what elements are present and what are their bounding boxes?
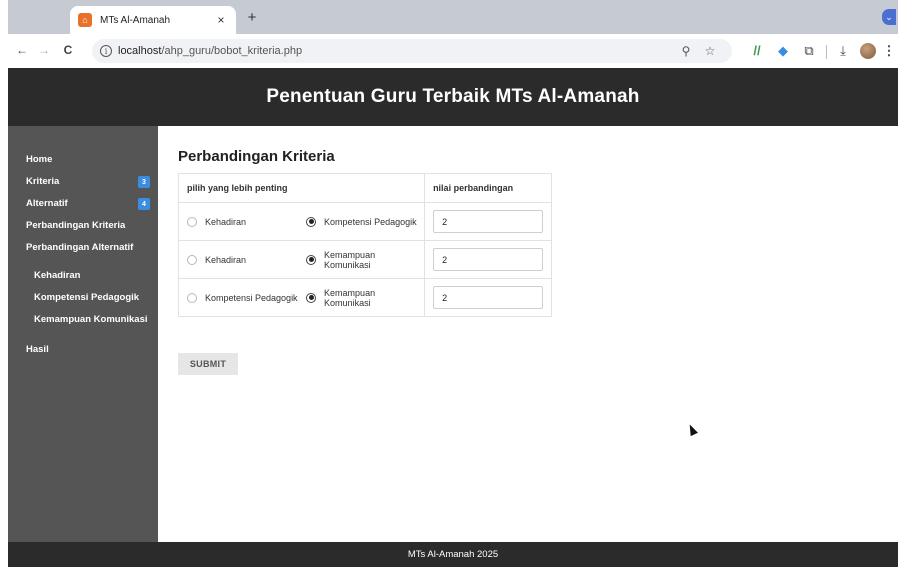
column-header: pilih yang lebih penting — [178, 173, 425, 203]
bookmark-star-icon[interactable]: ☆ — [702, 42, 718, 60]
sidebar-item-label: Kehadiran — [34, 269, 81, 281]
url-host: localhost — [118, 45, 162, 57]
profile-avatar[interactable] — [860, 43, 876, 59]
sidebar-item-label: Home — [26, 153, 53, 165]
option-b-cell: Kemampuan Komunikasi — [298, 240, 425, 279]
sidebar-subitem-kehadiran[interactable]: Kehadiran — [8, 264, 158, 286]
comparison-value-input[interactable] — [433, 210, 544, 233]
sidebar-subitem-kemampuan-komunikasi[interactable]: Kemampuan Komunikasi — [8, 308, 158, 330]
option-b-radio[interactable]: Kemampuan Komunikasi — [306, 288, 424, 308]
option-label: Kemampuan Komunikasi — [324, 287, 376, 308]
option-a-radio[interactable]: Kehadiran — [187, 216, 298, 227]
option-a-cell: Kehadiran — [178, 202, 299, 241]
app-header: Penentuan Guru Terbaik MTs Al-Amanah — [8, 68, 898, 126]
sidebar-item-label: Perbandingan Alternatif — [26, 241, 134, 253]
table-row: Kehadiran Kemampuan Komunikasi — [178, 240, 552, 279]
option-label: Kemampuan Komunikasi — [324, 249, 376, 270]
download-icon[interactable]: ⤓ — [834, 42, 852, 60]
sidebar-item-label: Hasil — [26, 343, 49, 355]
tab-title: MTs Al-Amanah — [100, 14, 171, 26]
radio-button-selected[interactable] — [306, 292, 317, 303]
sidebar-item-perbandingan-alternatif[interactable]: Perbandingan Alternatif — [8, 236, 158, 258]
option-label: Kompetensi Pedagogik — [205, 292, 298, 303]
radio-button[interactable] — [187, 216, 197, 227]
app-footer: MTs Al-Amanah 2025 — [8, 542, 898, 567]
radio-button[interactable] — [187, 292, 197, 303]
address-bar[interactable]: i localhost/ahp_guru/bobot_kriteria.php … — [92, 39, 732, 63]
comparison-value-input[interactable] — [433, 248, 544, 271]
radio-button[interactable] — [187, 254, 197, 265]
main-content: Perbandingan Kriteria pilih yang lebih p… — [158, 126, 898, 542]
back-icon[interactable]: ← — [14, 42, 30, 58]
sidebar-item-perbandingan-kriteria[interactable]: Perbandingan Kriteria — [8, 214, 158, 236]
sidebar: Home Kriteria 3 Alternatif 4 Perbandingan … — [8, 126, 158, 542]
column-header: nilai perbandingan — [424, 173, 552, 203]
extension-icon[interactable]: // — [748, 42, 766, 60]
count-badge: 3 — [138, 176, 150, 188]
url-path: /ahp_guru/bobot_kriteria.php — [161, 45, 303, 57]
radio-button-selected[interactable] — [306, 216, 317, 227]
value-cell — [424, 202, 552, 241]
zoom-icon[interactable]: ⚲ — [678, 42, 694, 60]
app-title: Penentuan Guru Terbaik MTs Al-Amanah — [266, 86, 640, 107]
submit-button[interactable]: SUBMIT — [178, 353, 238, 375]
table-row: Kehadiran Kompetensi Pedagogik — [178, 202, 552, 241]
forward-icon[interactable]: → — [36, 42, 52, 58]
sidebar-item-label: Kriteria — [26, 175, 60, 187]
value-cell — [424, 278, 552, 317]
browser-toolbar: ← → C i localhost/ahp_guru/bobot_kriteri… — [8, 34, 898, 68]
sidebar-item-alternatif[interactable]: Alternatif 4 — [8, 192, 158, 214]
sidebar-subitem-kompetensi-pedagogik[interactable]: Kompetensi Pedagogik — [8, 286, 158, 308]
reload-icon[interactable]: C — [60, 42, 76, 58]
option-a-radio[interactable]: Kehadiran — [187, 254, 298, 265]
browser-chrome: ⌂ MTs Al-Amanah × + ⌄ ← → C i localhost /… — [8, 0, 898, 68]
table-row: Kompetensi Pedagogik Kemampuan Komunikas… — [178, 278, 552, 317]
comparison-value-input[interactable] — [433, 286, 544, 309]
tab-strip: ⌂ MTs Al-Amanah × + ⌄ — [8, 0, 898, 34]
toolbar-divider — [826, 45, 827, 59]
favicon-icon: ⌂ — [78, 13, 92, 27]
option-label: Kehadiran — [205, 254, 247, 265]
tab-search-icon[interactable]: ⌄ — [882, 9, 896, 25]
new-tab-button[interactable]: + — [244, 10, 260, 26]
page-title: Perbandingan Kriteria — [178, 148, 335, 165]
window-edge — [0, 0, 8, 567]
value-cell — [424, 240, 552, 279]
table-header-row: pilih yang lebih penting nilai perbandin… — [178, 173, 552, 203]
sidebar-item-kriteria[interactable]: Kriteria 3 — [8, 170, 158, 192]
sidebar-item-hasil[interactable]: Hasil — [8, 338, 158, 360]
sidebar-item-label: Kompetensi Pedagogik — [34, 291, 140, 303]
radio-button-selected[interactable] — [306, 254, 317, 265]
extension-icon[interactable]: ◆ — [774, 42, 792, 60]
option-b-cell: Kemampuan Komunikasi — [298, 278, 425, 317]
site-info-icon[interactable]: i — [100, 45, 112, 57]
option-b-cell: Kompetensi Pedagogik — [298, 202, 425, 241]
option-b-radio[interactable]: Kompetensi Pedagogik — [306, 216, 424, 227]
browser-tab[interactable]: ⌂ MTs Al-Amanah × — [70, 6, 236, 34]
comparison-table: pilih yang lebih penting nilai perbandin… — [178, 173, 552, 317]
count-badge: 4 — [138, 198, 150, 210]
option-a-cell: Kompetensi Pedagogik — [178, 278, 299, 317]
close-tab-icon[interactable]: × — [214, 13, 228, 27]
option-b-radio[interactable]: Kemampuan Komunikasi — [306, 250, 424, 270]
footer-text: MTs Al-Amanah 2025 — [407, 549, 499, 560]
sidebar-item-home[interactable]: Home — [8, 148, 158, 170]
sidebar-item-label: Kemampuan Komunikasi — [34, 313, 148, 325]
option-label: Kompetensi Pedagogik — [324, 216, 417, 227]
option-label: Kehadiran — [205, 216, 247, 227]
option-a-cell: Kehadiran — [178, 240, 299, 279]
sidebar-item-label: Alternatif — [26, 197, 68, 209]
sidebar-item-label: Perbandingan Kriteria — [26, 219, 126, 231]
menu-icon[interactable]: ⋮ — [880, 42, 898, 60]
extensions-puzzle-icon[interactable]: ⧉ — [800, 42, 818, 60]
option-a-radio[interactable]: Kompetensi Pedagogik — [187, 292, 298, 303]
